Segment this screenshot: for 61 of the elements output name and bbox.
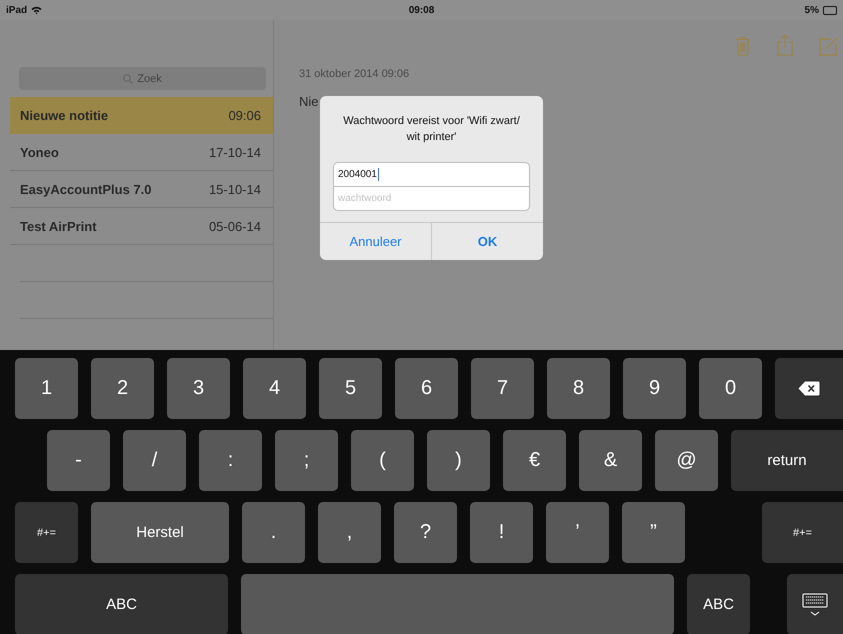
note-list-item[interactable]: Yoneo 17-10-14 <box>10 134 273 171</box>
key[interactable]: 8 <box>547 358 610 419</box>
key[interactable]: ? <box>394 502 457 563</box>
key[interactable]: - <box>47 430 110 491</box>
dialog-message: Wachtwoord vereist voor 'Wifi zwart/ wit printer' <box>342 114 521 145</box>
key[interactable]: & <box>579 430 642 491</box>
key[interactable]: ’ <box>546 502 609 563</box>
key[interactable]: / <box>123 430 186 491</box>
note-list-item[interactable]: EasyAccountPlus 7.0 15-10-14 <box>10 171 273 208</box>
note-date: 17-10-14 <box>208 144 261 160</box>
compose-icon[interactable] <box>819 36 839 56</box>
share-icon[interactable] <box>777 34 793 56</box>
battery-percent: 5% <box>804 4 819 16</box>
key[interactable]: 4 <box>243 358 306 419</box>
note-list-item[interactable]: Test AirPrint 05-06-14 <box>10 208 273 245</box>
undo-key[interactable]: Herstel <box>91 502 229 563</box>
note-title: EasyAccountPlus 7.0 <box>20 182 152 196</box>
search-icon <box>123 74 134 84</box>
note-date: 09:06 <box>228 108 261 123</box>
keyboard-icon <box>802 592 828 616</box>
backspace-icon <box>798 381 820 396</box>
key[interactable]: 3 <box>167 358 230 419</box>
note-date: 15-10-14 <box>208 182 261 196</box>
return-key[interactable]: return <box>731 430 843 491</box>
delete-key[interactable] <box>775 358 843 419</box>
trash-icon[interactable] <box>735 36 751 56</box>
key[interactable]: 2 <box>91 358 154 419</box>
key[interactable]: ! <box>470 502 533 563</box>
key[interactable]: ( <box>351 430 414 491</box>
input-field[interactable]: 2004001 <box>334 163 529 186</box>
key[interactable]: 6 <box>395 358 458 419</box>
status-time: 09:08 <box>408 4 434 16</box>
note-body: Nie <box>299 94 319 109</box>
note-title: Yoneo <box>20 144 59 160</box>
key[interactable]: 0 <box>699 358 762 419</box>
key[interactable]: 7 <box>471 358 534 419</box>
device-name: iPad <box>6 4 28 16</box>
abc-key[interactable]: ABC <box>15 574 228 634</box>
key[interactable]: , <box>318 502 381 563</box>
symbols-key[interactable]: #+= <box>762 502 843 563</box>
key[interactable]: 5 <box>319 358 382 419</box>
key[interactable]: . <box>242 502 305 563</box>
key[interactable]: 9 <box>623 358 686 419</box>
key[interactable]: ) <box>427 430 490 491</box>
battery-icon <box>822 6 837 14</box>
space-key[interactable] <box>241 574 674 634</box>
note-date: 05-06-14 <box>208 218 261 234</box>
note-date-header: 31 oktober 2014 09:06 <box>299 68 410 80</box>
key[interactable]: 1 <box>15 358 78 419</box>
note-title: Test AirPrint <box>20 218 97 234</box>
key[interactable]: : <box>199 430 262 491</box>
key[interactable]: ; <box>275 430 338 491</box>
abc-key[interactable]: ABC <box>687 574 750 634</box>
key[interactable]: ” <box>622 502 685 563</box>
key[interactable]: € <box>503 430 566 491</box>
hide-keyboard-key[interactable] <box>787 574 843 634</box>
key[interactable]: @ <box>655 430 718 491</box>
wifi-icon <box>31 6 42 14</box>
note-title: Nieuwe notitie <box>20 108 108 123</box>
symbols-key[interactable]: #+= <box>15 502 78 563</box>
note-list-item[interactable]: Nieuwe notitie 09:06 <box>10 97 273 134</box>
